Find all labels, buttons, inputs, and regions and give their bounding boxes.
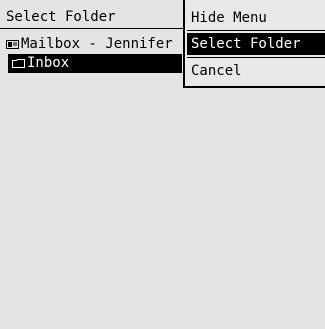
screen-title: Select Folder [6,9,116,25]
tree-item-mailbox[interactable]: Mailbox - Jennifer [6,35,182,54]
tree-item-label: Inbox [27,55,70,71]
menu-item-select-folder[interactable]: Select Folder [187,33,325,55]
tree-item-label: Mailbox - Jennifer [21,36,173,52]
menu-item-hide-menu[interactable]: Hide Menu [189,7,325,29]
mailbox-icon [6,40,19,49]
menu-item-cancel[interactable]: Cancel [189,60,325,82]
tree-item-inbox[interactable]: Inbox [8,54,182,73]
menu-divider [187,30,325,31]
title-divider [0,28,184,29]
folder-picker-screen: Select Folder Mailbox - Jennifer Inbox H… [0,0,325,329]
menu-divider [187,57,325,58]
context-menu: Hide Menu Select Folder Cancel [183,0,325,88]
folder-icon [12,59,25,68]
